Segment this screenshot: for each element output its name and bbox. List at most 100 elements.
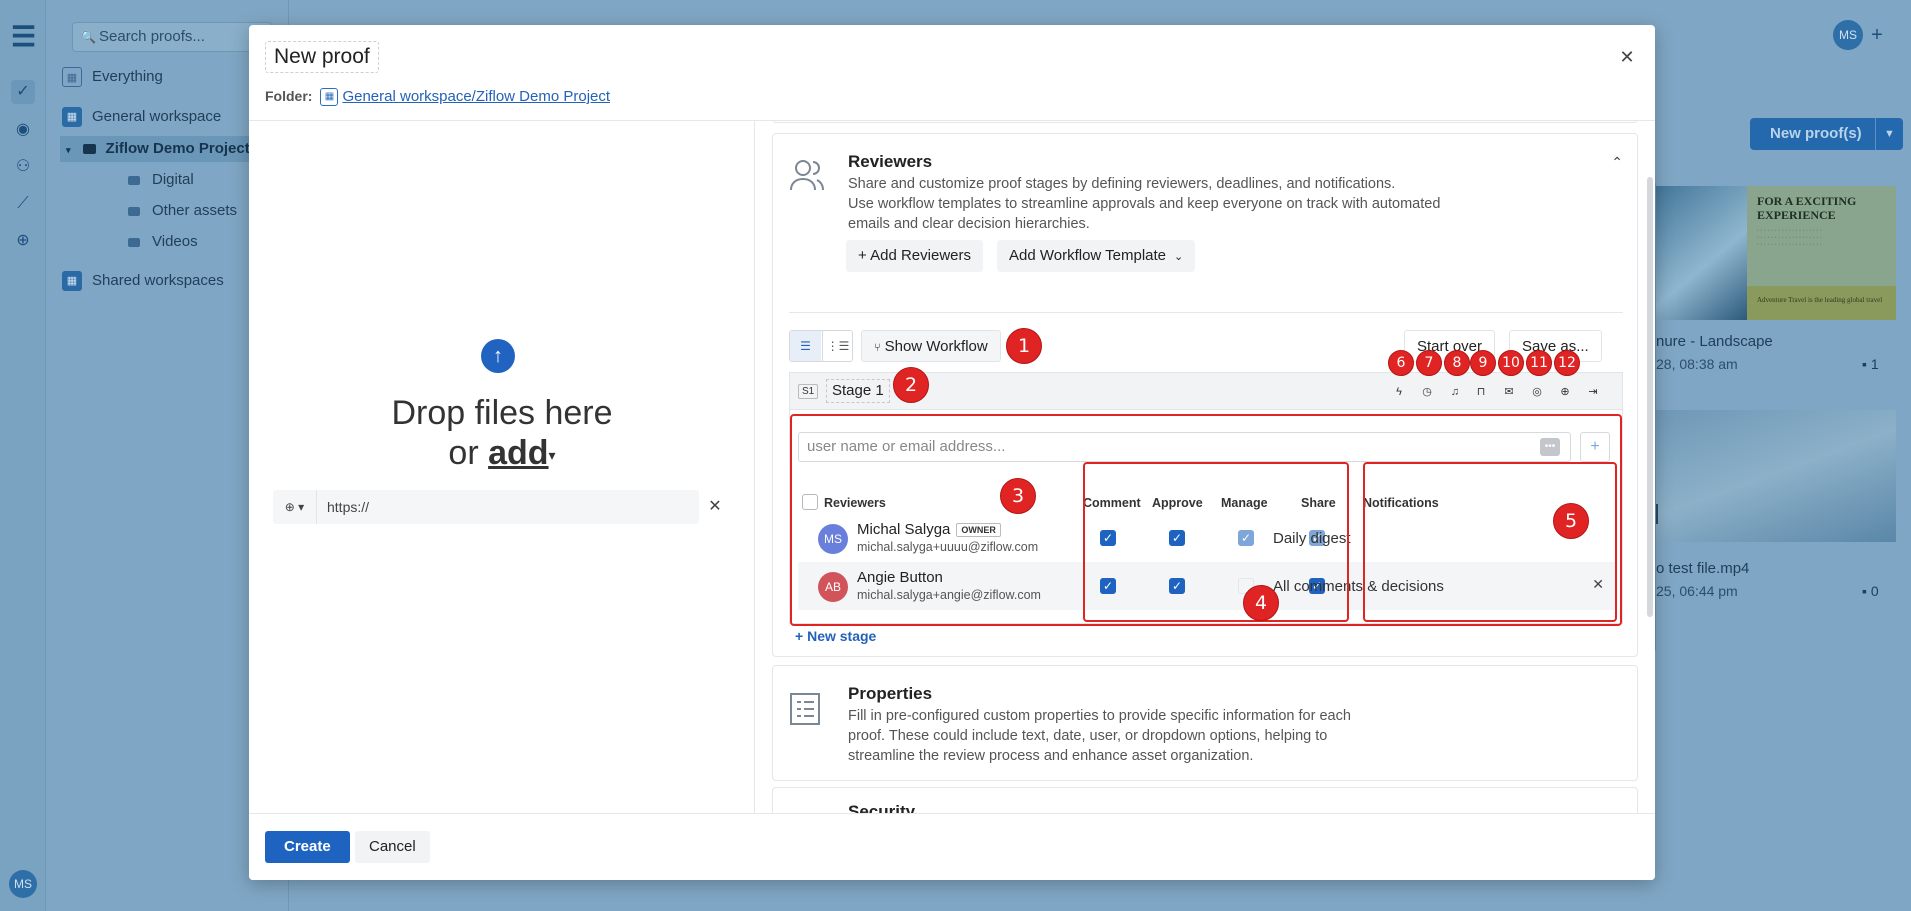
skip-to-end-icon[interactable]: ⇥: [1584, 383, 1602, 401]
new-stage-label: New stage: [807, 628, 877, 644]
card-title[interactable]: o test file.mp4: [1656, 560, 1749, 577]
dialog-header: New proof Folder: ▦ General workspace/Zifl…: [249, 25, 1655, 121]
globe-icon[interactable]: ⊕: [1556, 383, 1574, 401]
comment-count-value: 1: [1870, 356, 1879, 372]
annotation-marker: 7: [1416, 350, 1442, 376]
search-input[interactable]: 🔍 Search proofs...: [72, 22, 272, 52]
security-section: Security: [772, 787, 1638, 813]
chevron-down-icon[interactable]: ▼: [1875, 118, 1903, 150]
drop-zone-text: Drop files here or add▾: [249, 393, 755, 475]
annotation-marker: 10: [1498, 350, 1524, 376]
previous-section-edge: [772, 121, 1638, 123]
plus-icon[interactable]: +: [1864, 20, 1890, 50]
add-reviewers-button[interactable]: + Add Reviewers: [846, 240, 983, 272]
lightning-icon[interactable]: ϟ: [1390, 383, 1408, 401]
lock-icon[interactable]: ⊓: [1472, 383, 1490, 401]
folder-label: Folder:: [265, 88, 313, 104]
clear-url-icon[interactable]: ✕: [703, 490, 727, 524]
tree-view-icon[interactable]: ⋮☰: [822, 331, 852, 361]
user-avatar[interactable]: MS: [9, 870, 37, 898]
left-rail: ☰ ✓ ◉ ⚇ ⟋ ⊕ MS: [0, 0, 46, 911]
reviewers-desc-line: Use workflow templates to streamline app…: [848, 196, 1441, 232]
dialog-footer: Create Cancel: [249, 813, 1655, 880]
reviewers-title: Reviewers: [848, 152, 933, 171]
nav-folder-label: Other assets: [152, 202, 238, 219]
drop-or-text: or: [448, 434, 479, 472]
people-icon: [789, 158, 825, 195]
cancel-button[interactable]: Cancel: [355, 831, 430, 863]
show-workflow-button[interactable]: ⑂ Show Workflow: [861, 330, 1001, 362]
thumbnail-ad: FOR A EXCITING EXPERIENCE · · · · · · · …: [1747, 186, 1896, 320]
stage-name-field[interactable]: Stage 1: [826, 379, 890, 403]
add-workflow-template-button[interactable]: Add Workflow Template ⌄: [997, 240, 1196, 272]
card-date: 28, 08:38 am: [1656, 356, 1738, 372]
card-date: 25, 06:44 pm: [1656, 583, 1738, 599]
nav-shared-workspaces-label: Shared workspaces: [92, 272, 224, 289]
collapse-chevron-icon[interactable]: ⌃: [1611, 154, 1623, 171]
email-icon[interactable]: ✉: [1500, 383, 1518, 401]
card-title[interactable]: nure - Landscape: [1656, 333, 1773, 350]
chevron-down-icon[interactable]: ▾: [549, 447, 556, 463]
proof-thumbnail[interactable]: FOR A EXCITING EXPERIENCE · · · · · · · …: [1640, 186, 1896, 320]
workflow-icon: ⑂: [874, 342, 881, 354]
new-proof-dialog: New proof Folder: ▦ General workspace/Zifl…: [249, 25, 1655, 880]
nav-folder-other-assets[interactable]: Other assets: [128, 198, 237, 224]
reviewers-section: Reviewers Share and customize proof stag…: [772, 133, 1638, 657]
security-title: Security: [848, 802, 916, 813]
thumbnail-body: · · · · · · · · · · · · · · · · · · · · ·…: [1757, 228, 1822, 248]
skier-photo: [1640, 186, 1747, 320]
nav-folder-videos[interactable]: Videos: [128, 229, 198, 255]
settings-scrollbar[interactable]: [1647, 177, 1653, 617]
create-button[interactable]: Create: [265, 831, 350, 863]
app-menu-icon[interactable]: ☰: [11, 23, 36, 51]
add-reviewers-label: Add Reviewers: [870, 247, 971, 264]
account-avatar[interactable]: MS: [1833, 20, 1863, 50]
proof-title-field[interactable]: New proof: [265, 41, 379, 73]
eye-nav-icon[interactable]: ◉: [11, 118, 35, 142]
bell-icon[interactable]: ♫: [1446, 383, 1464, 401]
deadline-icon[interactable]: ◷: [1418, 383, 1436, 401]
globe-dropdown-icon[interactable]: ⊕ ▾: [273, 490, 317, 524]
comment-icon: ▪: [1862, 356, 1867, 372]
workspace-icon: ▦: [320, 88, 339, 107]
nav-shared-workspaces[interactable]: ▦ Shared workspaces: [62, 268, 224, 294]
url-input-value: https://: [327, 499, 370, 515]
proof-thumbnail-video[interactable]: 0: [1640, 410, 1896, 542]
nav-general-workspace[interactable]: ▦ General workspace: [62, 104, 221, 130]
nav-project-label: Ziflow Demo Project: [105, 140, 250, 157]
url-input[interactable]: ⊕ ▾ https://: [273, 490, 699, 524]
drop-files-heading: Drop files here: [391, 394, 613, 432]
new-stage-link[interactable]: + New stage: [795, 628, 876, 644]
plus-icon: +: [858, 247, 871, 264]
thumbnail-heading: FOR A EXCITING EXPERIENCE: [1757, 194, 1857, 222]
nav-general-workspace-label: General workspace: [92, 108, 222, 125]
reviewers-description: Share and customize proof stages by defi…: [848, 174, 1468, 234]
thumbnail-band: Adventure Travel is the leading global t…: [1747, 286, 1896, 320]
chevron-down-icon: ⌄: [1174, 251, 1184, 263]
decision-icon[interactable]: ◎: [1528, 383, 1546, 401]
add-files-link[interactable]: add: [488, 434, 548, 472]
nav-folder-label: Digital: [152, 171, 194, 188]
properties-section: Properties Fill in pre-configured custom…: [772, 665, 1638, 781]
comment-icon: ▪: [1862, 583, 1867, 599]
properties-description: Fill in pre-configured custom properties…: [848, 708, 1351, 764]
nav-folder-digital[interactable]: Digital: [128, 167, 194, 193]
nav-everything[interactable]: ▦ Everything: [62, 64, 163, 90]
close-icon[interactable]: ✕: [1615, 45, 1639, 69]
add-workflow-template-label: Add Workflow Template: [1009, 247, 1167, 264]
new-proofs-button[interactable]: New proof(s) ▼: [1750, 118, 1903, 150]
chart-nav-icon[interactable]: ⟋: [11, 192, 35, 216]
nav-folder-label: Videos: [152, 233, 198, 250]
add-circle-nav-icon[interactable]: ⊕: [11, 229, 35, 253]
annotation-marker: 1: [1006, 328, 1042, 364]
view-toggle[interactable]: ☰ ⋮☰: [789, 330, 853, 362]
checkmark-nav-icon[interactable]: ✓: [11, 80, 35, 104]
list-view-icon[interactable]: ☰: [790, 331, 821, 361]
reviewers-desc-line: Share and customize proof stages by defi…: [848, 176, 1396, 192]
upload-pane: ↑ Drop files here or add▾ ⊕ ▾ https:// ✕: [249, 121, 755, 813]
folder-path-link[interactable]: General workspace/Ziflow Demo Project: [342, 88, 610, 105]
annotation-marker: 8: [1444, 350, 1470, 376]
upload-arrow-icon[interactable]: ↑: [481, 339, 515, 373]
annotation-marker: 5: [1553, 503, 1589, 539]
people-nav-icon[interactable]: ⚇: [11, 155, 35, 179]
